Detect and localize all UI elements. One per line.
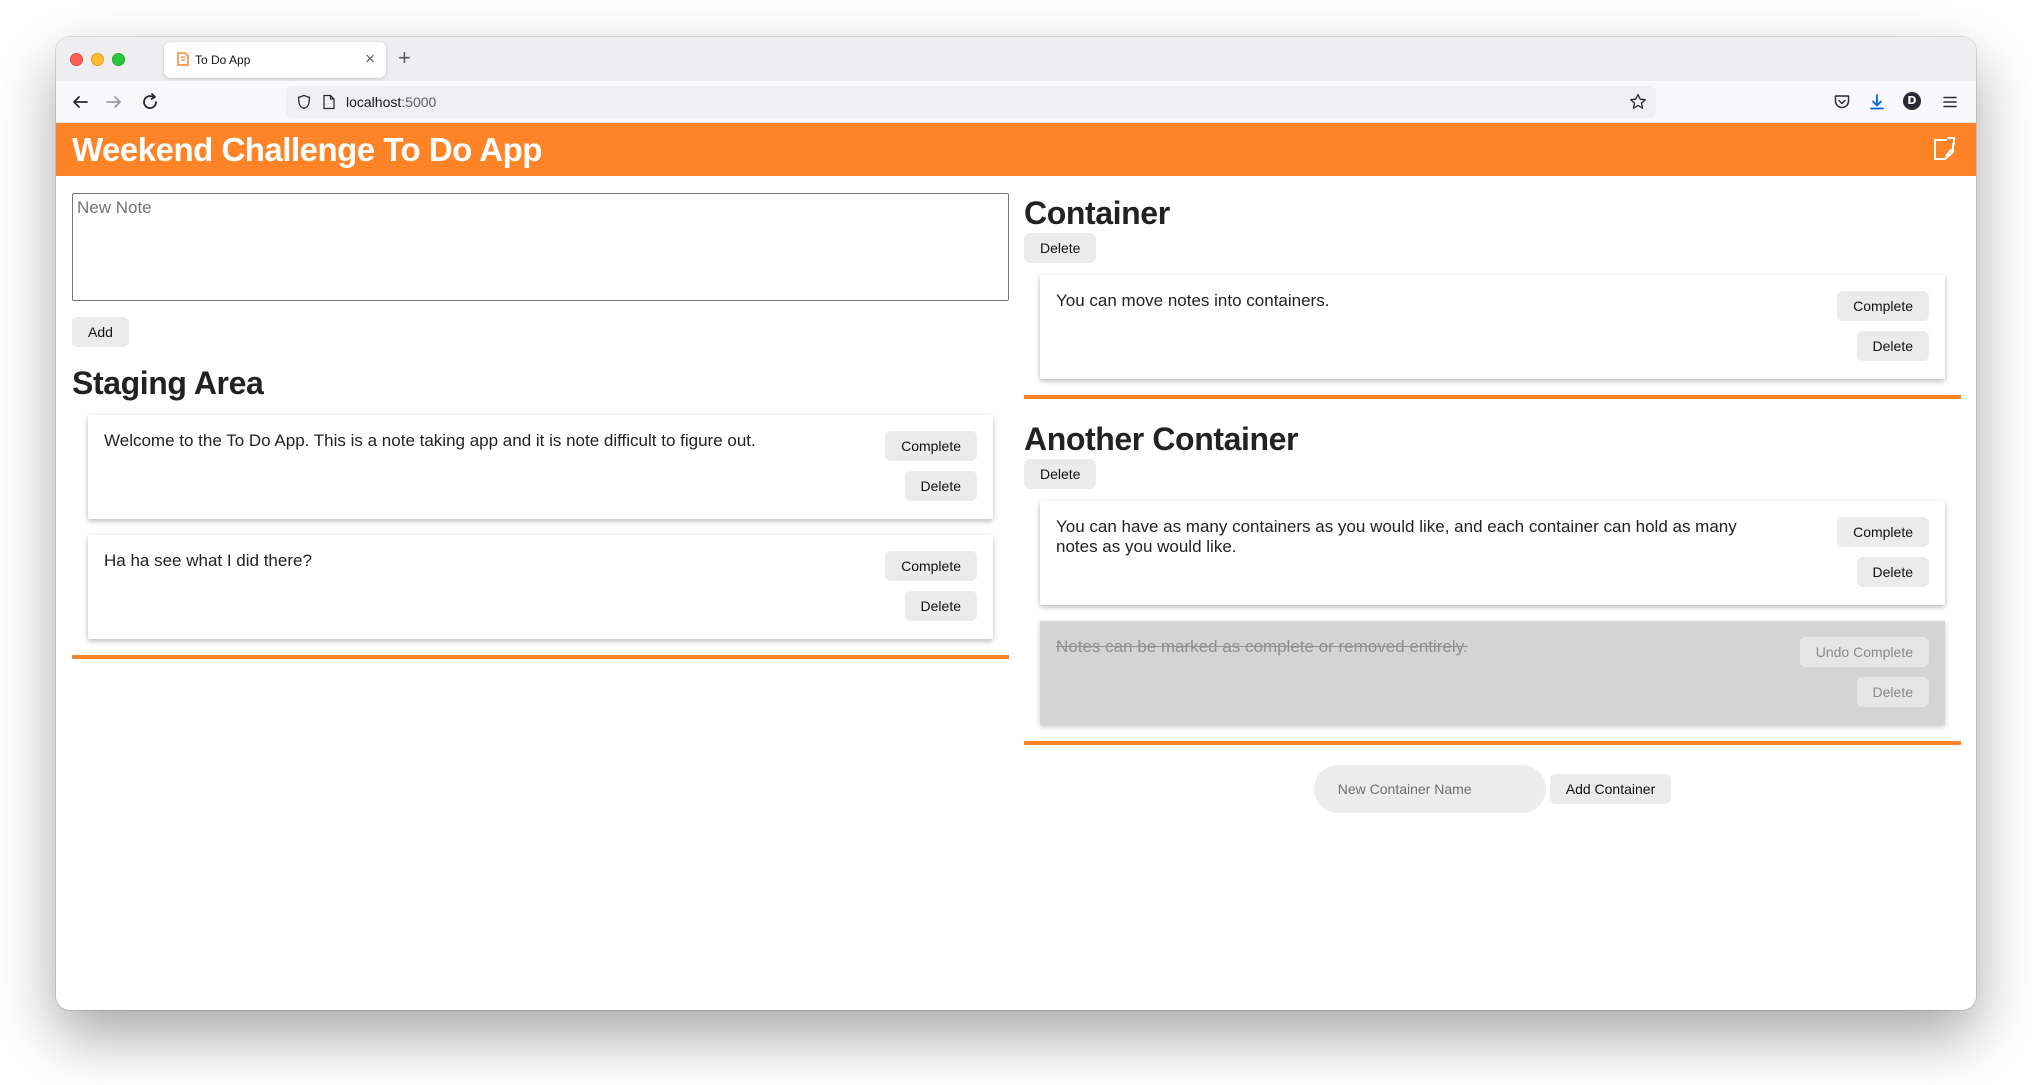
note-card[interactable]: Ha ha see what I did there? Complete Del… — [88, 535, 993, 639]
container-title: Container — [1024, 195, 1170, 231]
delete-container-button[interactable]: Delete — [1024, 233, 1097, 263]
note-actions: Complete Delete — [1837, 291, 1929, 361]
url-port: :5000 — [401, 94, 437, 110]
staging-area-title: Staging Area — [72, 365, 264, 401]
note-text: Ha ha see what I did there? — [104, 551, 312, 570]
bookmark-star-icon[interactable] — [1628, 92, 1648, 112]
page-icon — [323, 94, 335, 110]
delete-container-button[interactable]: Delete — [1024, 459, 1097, 489]
account-avatar-icon[interactable]: D — [1903, 92, 1923, 112]
staging-note-list: Welcome to the To Do App. This is a note… — [88, 415, 993, 639]
complete-button[interactable]: Complete — [885, 431, 977, 461]
completed-note-card[interactable]: Notes can be marked as complete or remov… — [1040, 621, 1945, 725]
new-container-name-input[interactable] — [1313, 765, 1546, 813]
undo-complete-button[interactable]: Undo Complete — [1799, 637, 1929, 667]
minimize-window-button[interactable] — [91, 53, 104, 66]
tab-to-do-app[interactable]: To Do App × — [164, 42, 386, 78]
hamburger-menu-icon[interactable] — [1940, 92, 1960, 112]
delete-button[interactable]: Delete — [904, 591, 977, 621]
url-bar[interactable]: localhost:5000 — [286, 86, 1656, 118]
note-edit-icon — [1934, 137, 1955, 160]
new-note-input[interactable] — [72, 193, 1009, 301]
pocket-icon[interactable] — [1832, 92, 1852, 112]
container-note-list: You can have as many containers as you w… — [1040, 501, 1945, 725]
delete-button[interactable]: Delete — [1856, 331, 1929, 361]
note-actions: Complete Delete — [885, 551, 977, 621]
container-note-list: You can move notes into containers. Comp… — [1040, 275, 1945, 379]
container-divider — [1024, 741, 1961, 745]
note-text: Notes can be marked as complete or remov… — [1056, 637, 1468, 656]
account-initial: D — [1903, 92, 1921, 110]
note-card[interactable]: Welcome to the To Do App. This is a note… — [88, 415, 993, 519]
download-icon[interactable] — [1867, 92, 1887, 112]
note-text: Welcome to the To Do App. This is a note… — [104, 431, 756, 450]
complete-button[interactable]: Complete — [1837, 517, 1929, 547]
app-header: Weekend Challenge To Do App — [56, 123, 1976, 176]
note-actions: Undo Complete Delete — [1799, 637, 1929, 707]
complete-button[interactable]: Complete — [885, 551, 977, 581]
shield-icon[interactable] — [296, 94, 312, 110]
left-column: Add Staging Area Welcome to the To Do Ap… — [72, 193, 1009, 659]
note-text: You can move notes into containers. — [1056, 291, 1330, 310]
forward-arrow-icon[interactable] — [102, 90, 126, 114]
reload-icon[interactable] — [138, 90, 162, 114]
container-block: Another Container Delete You can have as… — [1024, 419, 1961, 745]
right-column: Container Delete You can move notes into… — [1024, 193, 1961, 813]
back-arrow-icon[interactable] — [68, 90, 92, 114]
tab-title: To Do App — [195, 53, 251, 67]
add-container-row: Add Container — [1024, 765, 1961, 813]
url-host: localhost — [346, 94, 402, 110]
staging-divider — [72, 655, 1009, 659]
note-actions: Complete Delete — [885, 431, 977, 501]
close-window-button[interactable] — [70, 53, 83, 66]
page-content: Weekend Challenge To Do App Add Staging … — [56, 123, 1976, 1010]
complete-button[interactable]: Complete — [1837, 291, 1929, 321]
close-tab-icon[interactable]: × — [365, 49, 375, 69]
delete-button[interactable]: Delete — [1856, 557, 1929, 587]
browser-window: To Do App × + localhost:5000 D Weekend C… — [56, 37, 1976, 1010]
tab-bar: To Do App × + — [56, 37, 1976, 81]
note-card[interactable]: You can have as many containers as you w… — [1040, 501, 1945, 605]
add-note-button[interactable]: Add — [72, 317, 129, 347]
delete-button[interactable]: Delete — [904, 471, 977, 501]
navigation-bar: localhost:5000 D — [56, 81, 1976, 123]
note-actions: Complete Delete — [1837, 517, 1929, 587]
delete-button[interactable]: Delete — [1856, 677, 1929, 707]
new-tab-icon[interactable]: + — [398, 45, 411, 71]
url-text[interactable]: localhost:5000 — [346, 94, 436, 110]
container-block: Container Delete You can move notes into… — [1024, 193, 1961, 399]
container-title: Another Container — [1024, 421, 1299, 457]
container-divider — [1024, 395, 1961, 399]
app-title: Weekend Challenge To Do App — [72, 131, 542, 168]
add-container-button[interactable]: Add Container — [1549, 774, 1672, 804]
note-card[interactable]: You can move notes into containers. Comp… — [1040, 275, 1945, 379]
note-favicon-icon — [177, 52, 189, 66]
zoom-window-button[interactable] — [112, 53, 125, 66]
note-text: You can have as many containers as you w… — [1056, 517, 1737, 556]
